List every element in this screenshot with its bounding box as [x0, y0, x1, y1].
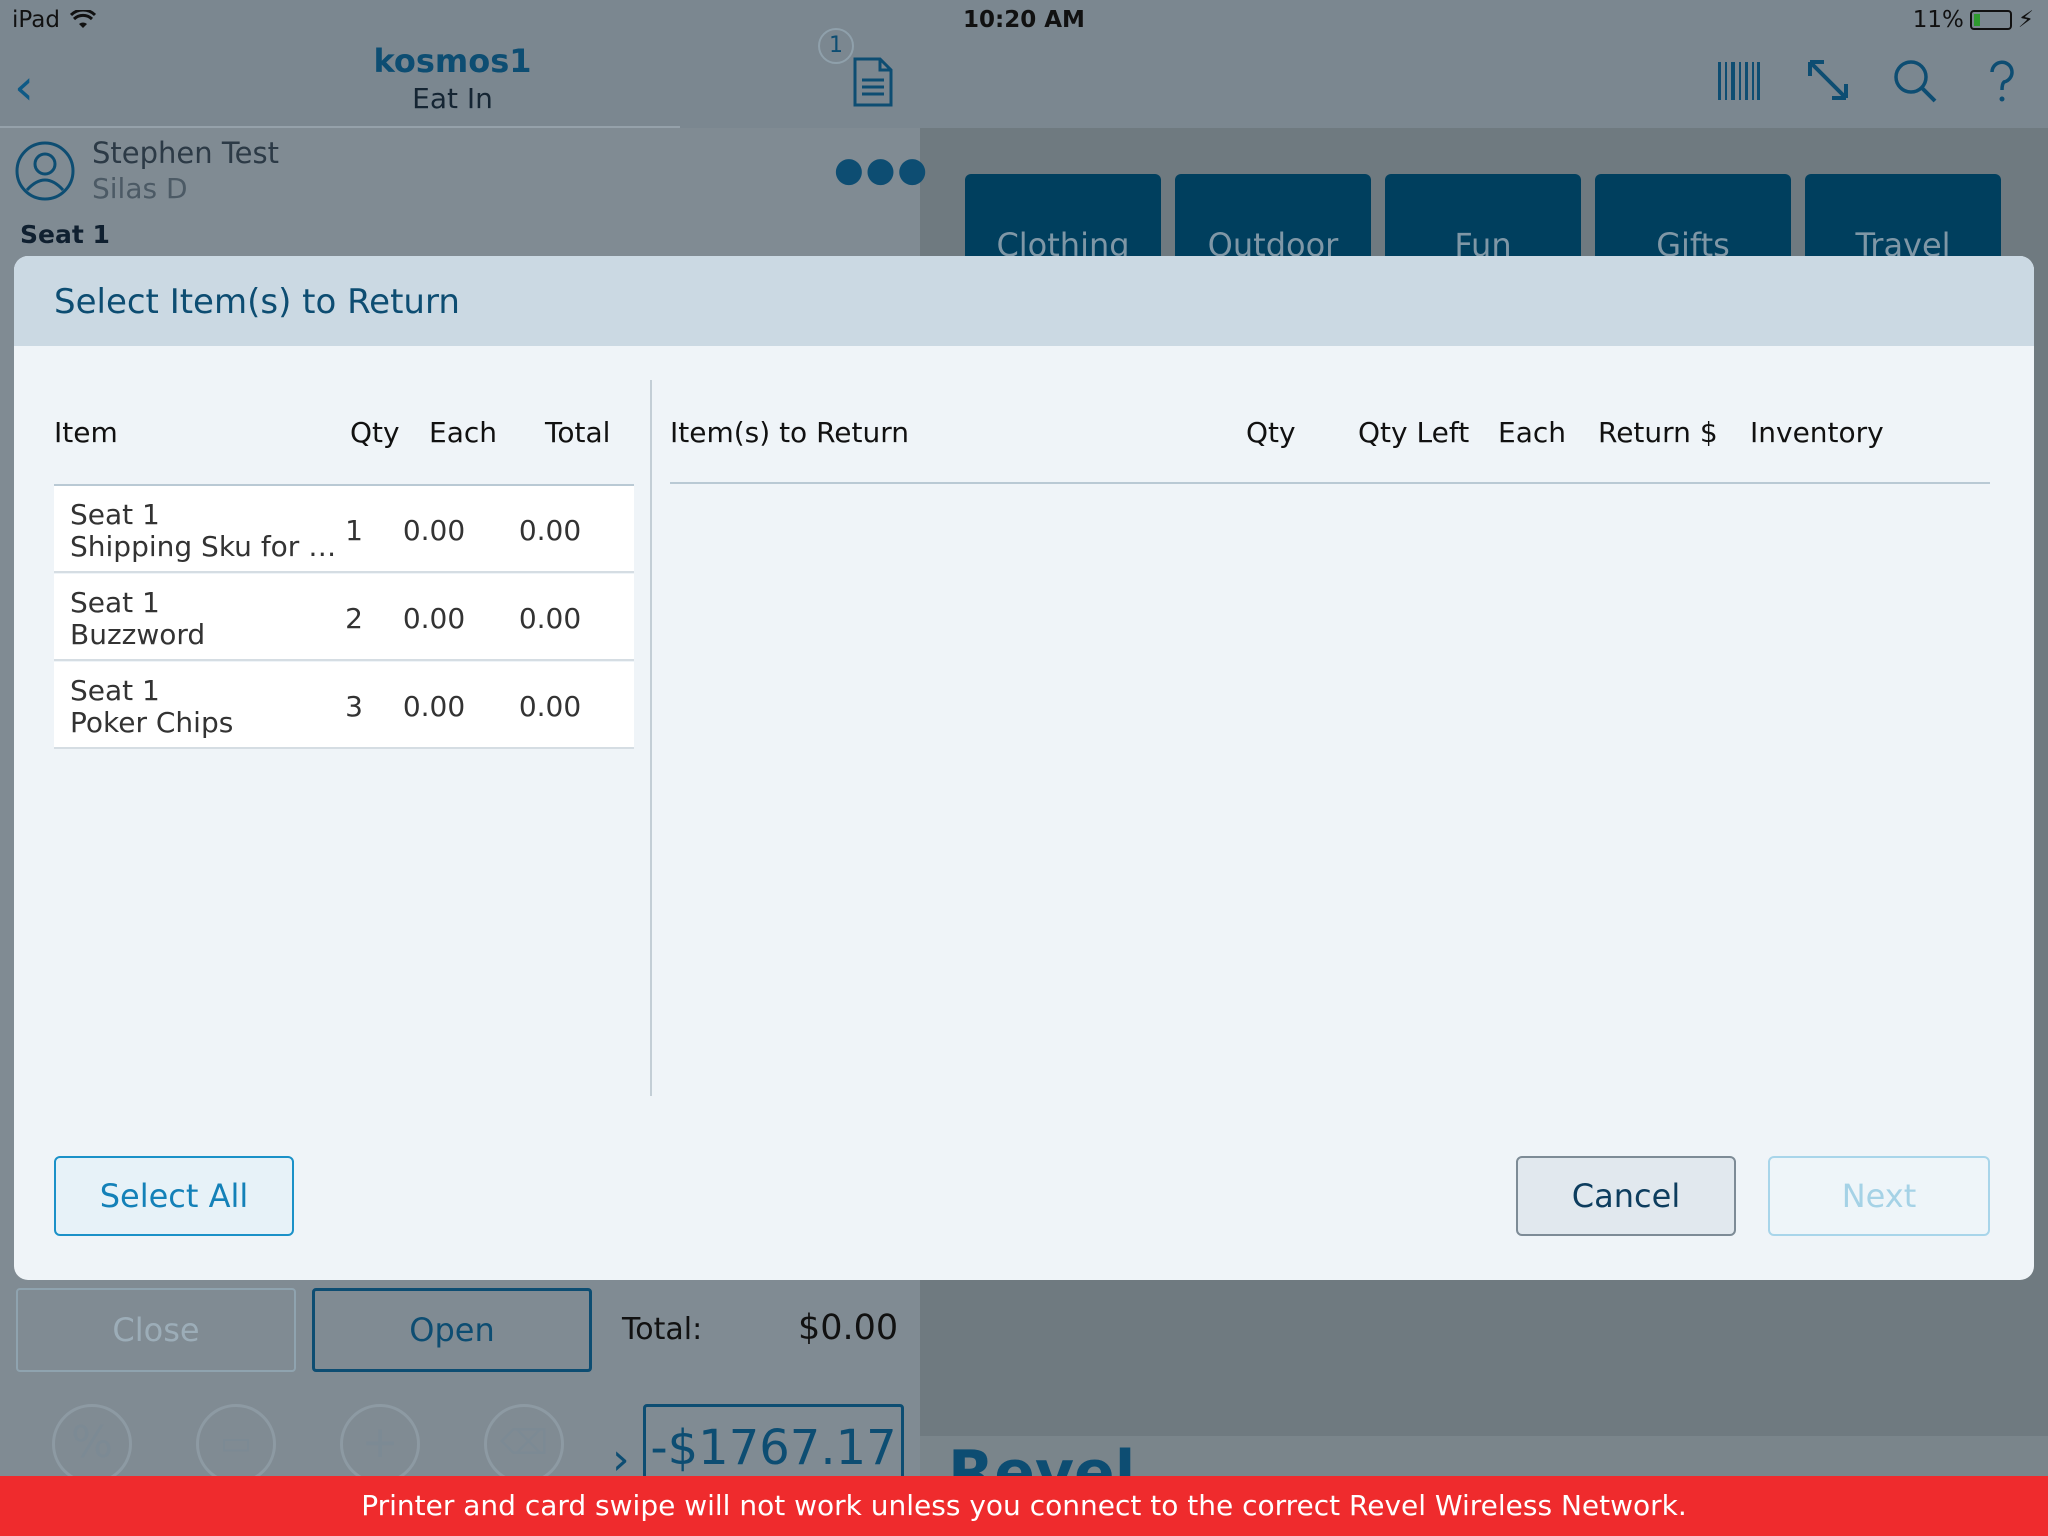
column-header-return-amount: Return $	[1598, 416, 1718, 449]
battery-icon	[1969, 10, 2012, 30]
receipt-icon[interactable]	[852, 56, 894, 108]
order-title[interactable]: kosmos1	[310, 42, 595, 80]
category-tile[interactable]: Fun	[1385, 174, 1581, 264]
clock: 10:20 AM	[963, 7, 1085, 33]
category-tile[interactable]: Outdoor	[1175, 174, 1371, 264]
table-row[interactable]: Seat 1 Shipping Sku for e... 1 0.00 0.00	[54, 486, 634, 573]
column-header-item: Item	[54, 416, 118, 449]
receipt-count-badge: 1	[818, 28, 854, 64]
eraser-icon[interactable]: ⌫	[484, 1404, 564, 1484]
row-item-name: Poker Chips	[70, 706, 234, 739]
dialog-header: Select Item(s) to Return	[14, 256, 2034, 346]
charging-icon: ⚡	[2017, 7, 2034, 33]
table-row[interactable]: Seat 1 Poker Chips 3 0.00 0.00	[54, 662, 634, 749]
status-bar: iPad 10:20 AM 11% ⚡	[0, 0, 2048, 42]
column-header-items-to-return: Item(s) to Return	[670, 416, 909, 449]
seat-label: Seat 1	[20, 220, 110, 249]
row-each: 0.00	[402, 602, 466, 635]
discount-icon[interactable]: %	[52, 1404, 132, 1484]
row-qty: 2	[345, 602, 363, 635]
order-type[interactable]: Eat In	[310, 82, 595, 115]
column-header-return-qty: Qty	[1246, 416, 1296, 449]
row-seat: Seat 1	[70, 586, 160, 619]
row-each: 0.00	[402, 514, 466, 547]
add-icon[interactable]: +	[340, 1404, 420, 1484]
open-order-button[interactable]: Open	[312, 1288, 592, 1372]
customer-name: Stephen Test	[92, 136, 279, 170]
panel-divider	[650, 380, 652, 1096]
avatar-icon	[15, 141, 75, 201]
total-value: $0.00	[798, 1308, 899, 1348]
battery-percent: 11%	[1912, 7, 1964, 33]
row-total: 0.00	[518, 690, 582, 723]
more-options-icon[interactable]: ●●●	[834, 153, 929, 187]
row-total: 0.00	[518, 602, 582, 635]
column-header-total: Total	[545, 416, 611, 449]
category-tile[interactable]: Clothing	[965, 174, 1161, 264]
row-each: 0.00	[402, 690, 466, 723]
row-qty: 3	[345, 690, 363, 723]
cancel-button[interactable]: Cancel	[1516, 1156, 1736, 1236]
search-icon[interactable]	[1892, 58, 1938, 104]
select-all-button[interactable]: Select All	[54, 1156, 294, 1236]
help-icon[interactable]	[1982, 58, 2022, 104]
column-header-qty-left: Qty Left	[1358, 416, 1470, 449]
server-name: Silas D	[92, 172, 188, 205]
row-item-name: Shipping Sku for e...	[70, 530, 340, 563]
barcode-icon[interactable]	[1716, 58, 1762, 104]
column-header-each: Each	[429, 416, 497, 449]
total-label: Total:	[622, 1312, 703, 1347]
next-button[interactable]: Next	[1768, 1156, 1990, 1236]
close-order-button[interactable]: Close	[16, 1288, 296, 1372]
column-header-qty: Qty	[350, 416, 400, 449]
card-icon[interactable]: ▭	[196, 1404, 276, 1484]
network-warning-banner: Printer and card swipe will not work unl…	[0, 1476, 2048, 1536]
table-row[interactable]: Seat 1 Buzzword 2 0.00 0.00	[54, 574, 634, 661]
category-tile[interactable]: Travel	[1805, 174, 2001, 264]
column-header-return-each: Each	[1498, 416, 1566, 449]
expand-icon[interactable]	[1806, 58, 1850, 102]
dialog-title: Select Item(s) to Return	[54, 282, 460, 322]
row-qty: 1	[345, 514, 363, 547]
row-seat: Seat 1	[70, 498, 160, 531]
back-chevron-icon[interactable]: ‹	[14, 62, 34, 112]
column-header-inventory: Inventory	[1750, 416, 1884, 449]
category-tile[interactable]: Gifts	[1595, 174, 1791, 264]
row-total: 0.00	[518, 514, 582, 547]
row-item-name: Buzzword	[70, 618, 206, 651]
return-table-header-divider	[670, 482, 1990, 484]
return-items-dialog: Select Item(s) to Return Item Qty Each T…	[14, 256, 2034, 1280]
row-seat: Seat 1	[70, 674, 160, 707]
